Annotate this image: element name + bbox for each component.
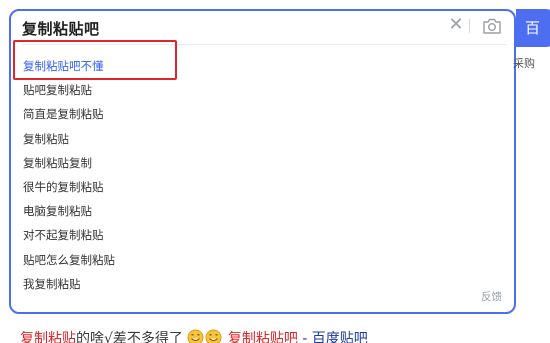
camera-icon[interactable] (482, 17, 502, 35)
suggestion-item[interactable]: 简直是复制粘贴 (11, 102, 514, 126)
suggestion-item[interactable]: 电脑复制粘贴 (11, 199, 514, 223)
result-text: 的啥√差不多得了 (76, 331, 183, 343)
suggestion-list: 复制粘贴吧不懂 贴吧复制粘贴 简直是复制粘贴 复制粘贴 复制粘贴复制 很牛的复制… (11, 54, 514, 296)
suggestion-item[interactable]: 复制粘贴 (11, 127, 514, 151)
divider (469, 19, 470, 33)
search-input[interactable]: 复制粘贴吧 (22, 18, 100, 39)
suggestion-item[interactable]: 很牛的复制粘贴 (11, 175, 514, 199)
suggestion-item[interactable]: 我复制粘贴 (11, 272, 514, 296)
highlight-annotation-box (13, 40, 177, 80)
result-title-link[interactable]: 复制粘贴的啥√差不多得了 复制粘贴吧 - 百度贴吧 (20, 328, 368, 343)
search-button[interactable]: 百 (516, 9, 550, 47)
grin-emoji-icon (205, 329, 222, 343)
suggestion-item[interactable]: 贴吧怎么复制粘贴 (11, 248, 514, 272)
suggestion-item[interactable]: 复制粘贴复制 (11, 151, 514, 175)
feedback-link[interactable]: 反馈 (481, 289, 502, 304)
result-keyword: 复制粘贴 (20, 331, 76, 343)
clear-icon[interactable]: ✕ (448, 16, 464, 34)
result-link-keyword: 复制粘贴吧 (227, 331, 298, 343)
suggestion-item[interactable]: 贴吧复制粘贴 (11, 78, 514, 102)
result-site: - 百度贴吧 (297, 331, 368, 343)
grin-emoji-icon (187, 329, 204, 343)
side-text: 采购 (513, 57, 535, 70)
suggestion-item[interactable]: 对不起复制粘贴 (11, 223, 514, 247)
